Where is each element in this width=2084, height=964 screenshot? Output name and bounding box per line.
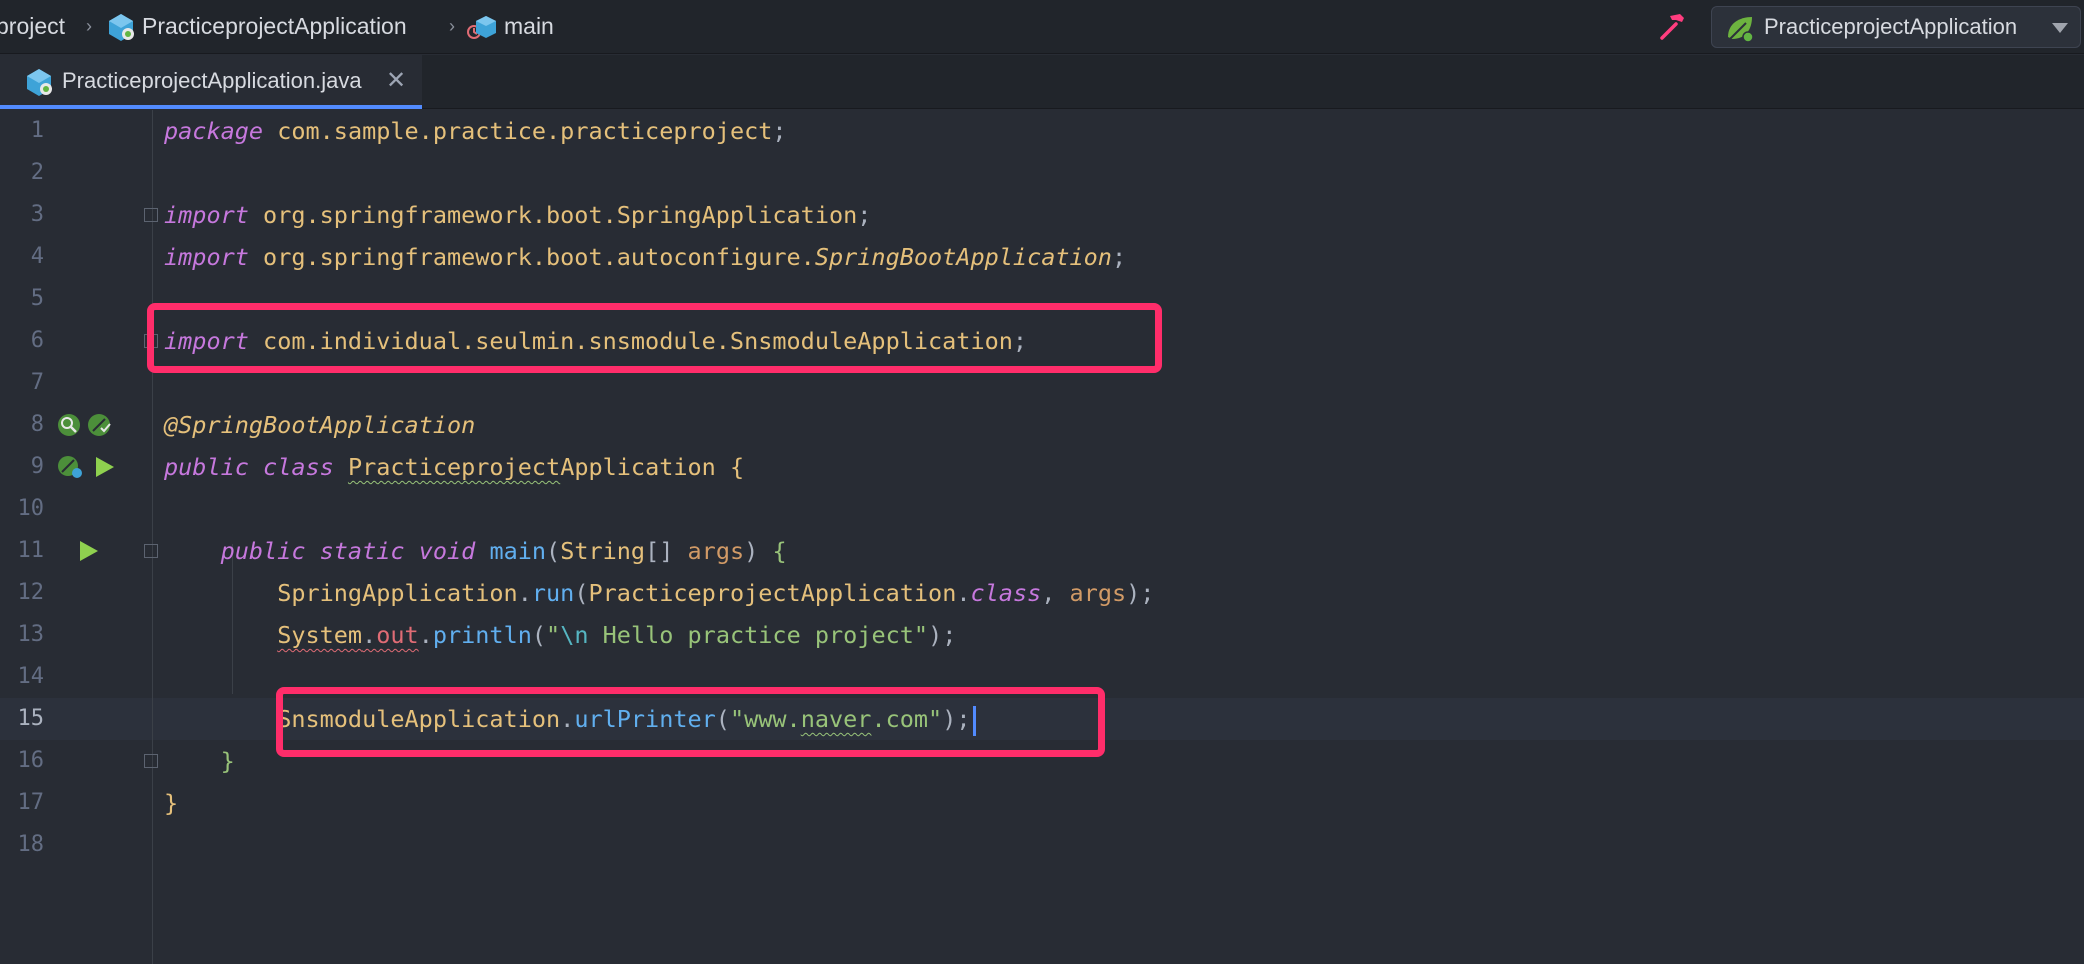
- line-number[interactable]: 14: [0, 656, 45, 698]
- string-quote: ": [546, 621, 561, 649]
- brace: }: [164, 789, 179, 817]
- line-number[interactable]: 4: [0, 236, 44, 278]
- punctuation: ;: [772, 117, 787, 145]
- code-line-8: @SpringBootApplication: [164, 404, 475, 446]
- code-line-11: public static void main(String[] args) {: [220, 537, 787, 565]
- run-configuration-selector[interactable]: PracticeprojectApplication: [1711, 6, 2081, 48]
- class-ref: SpringApplication: [277, 579, 518, 607]
- build-hammer-icon[interactable]: [1656, 10, 1688, 47]
- line-number[interactable]: 8: [0, 404, 44, 446]
- spring-config-icon[interactable]: [86, 412, 112, 443]
- brace: {: [729, 453, 745, 481]
- punctuation: ;: [857, 201, 872, 229]
- java-class-icon: [106, 12, 136, 47]
- import-path: org.springframework.boot.autoconfigure.: [263, 243, 815, 271]
- line-number[interactable]: 9: [0, 446, 44, 488]
- spring-bean-search-icon[interactable]: [56, 412, 82, 443]
- code-line-1: package com.sample.practice.practiceproj…: [164, 110, 787, 152]
- keyword: static: [319, 537, 405, 565]
- close-icon[interactable]: ✕: [386, 55, 406, 107]
- parameter: args: [687, 537, 745, 565]
- field-ref: out: [376, 621, 419, 649]
- class-name: PracticeprojectApplication: [348, 453, 716, 481]
- line-number[interactable]: 17: [0, 782, 45, 824]
- code-line-13: System.out.println("\n Hello practice pr…: [277, 621, 957, 649]
- run-icon[interactable]: [78, 539, 100, 568]
- class-name-part: Practiceproject: [347, 453, 561, 481]
- line-number[interactable]: 10: [0, 488, 45, 530]
- string-quote: ": [913, 621, 929, 649]
- keyword: class: [263, 453, 334, 481]
- class-ref: System: [277, 621, 363, 649]
- escape-sequence: \n: [560, 621, 589, 649]
- keyword: import: [164, 201, 249, 229]
- tab-label: PracticeprojectApplication.java: [62, 68, 362, 93]
- line-number[interactable]: 12: [0, 572, 45, 614]
- keyword: public: [164, 453, 249, 481]
- annotation-class: SpringBootApplication: [814, 243, 1112, 271]
- annotation: @SpringBootApplication: [164, 411, 476, 439]
- chevron-down-icon: [2052, 23, 2068, 33]
- keyword: package: [164, 117, 264, 145]
- code-line-17: }: [164, 782, 178, 824]
- line-number[interactable]: 6: [0, 320, 44, 362]
- breadcrumb-separator: ›: [86, 16, 92, 36]
- fold-marker-icon[interactable]: [144, 208, 158, 222]
- line-number[interactable]: 11: [0, 530, 45, 572]
- code-line-4: import org.springframework.boot.autoconf…: [164, 236, 1126, 278]
- editor-tab-bar: PracticeprojectApplication.java ✕: [0, 55, 2084, 109]
- line-number[interactable]: 1: [0, 110, 44, 152]
- breadcrumb-separator: ›: [449, 16, 455, 36]
- line-number-active[interactable]: 15: [0, 698, 45, 740]
- line-number[interactable]: 3: [0, 194, 44, 236]
- run-configuration-label: PracticeprojectApplication: [1764, 14, 2018, 39]
- parameter: args: [1069, 579, 1127, 607]
- method-icon: [466, 14, 498, 47]
- keyword: void: [418, 537, 476, 565]
- breadcrumb-project[interactable]: project: [0, 0, 65, 54]
- method-call: run: [531, 579, 575, 607]
- import-path: org.springframework.boot.SpringApplicati…: [263, 201, 858, 229]
- spring-boot-icon: [1724, 13, 1756, 48]
- method-name: main: [489, 537, 547, 565]
- breadcrumb-class[interactable]: PracticeprojectApplication: [142, 0, 407, 54]
- keyword: class: [970, 579, 1042, 607]
- highlight-box-import: [147, 303, 1162, 373]
- code-line-16: }: [164, 740, 235, 782]
- code-editor[interactable]: 1 2 3 4 5 6 7 8 9 10 11 12 13 14 15 16 1…: [0, 110, 2084, 964]
- punctuation: []: [645, 537, 674, 565]
- line-number[interactable]: 13: [0, 614, 45, 656]
- method-call: println: [432, 621, 532, 649]
- keyword: public: [220, 537, 306, 565]
- line-number[interactable]: 5: [0, 278, 44, 320]
- type: String: [560, 537, 646, 565]
- highlight-box-url-printer: [276, 687, 1105, 757]
- navigation-bar: project › PracticeprojectApplication › m…: [0, 0, 2084, 54]
- breadcrumb-method[interactable]: main: [504, 0, 554, 54]
- brace: {: [772, 537, 787, 565]
- fold-marker-icon[interactable]: [144, 544, 158, 558]
- line-number[interactable]: 2: [0, 152, 44, 194]
- java-class-icon: [24, 67, 54, 102]
- line-number[interactable]: 16: [0, 740, 45, 782]
- line-number[interactable]: 18: [0, 824, 45, 866]
- string-literal: Hello practice project: [588, 621, 914, 649]
- fold-marker-icon[interactable]: [144, 754, 158, 768]
- code-line-9: public class PracticeprojectApplication …: [164, 446, 744, 488]
- run-icon[interactable]: [94, 455, 116, 484]
- keyword: import: [164, 243, 249, 271]
- class-ref: PracticeprojectApplication: [588, 579, 957, 607]
- spring-bean-icon[interactable]: [56, 454, 84, 485]
- package-name: com.sample.practice.practiceproject: [277, 117, 773, 145]
- code-line-12: SpringApplication.run(PracticeprojectApp…: [277, 579, 1155, 607]
- class-name-part: Application: [560, 453, 716, 481]
- brace: }: [220, 747, 235, 775]
- tab-practiceprojectapplication[interactable]: PracticeprojectApplication.java ✕: [0, 55, 422, 109]
- code-line-3: import org.springframework.boot.SpringAp…: [164, 194, 871, 236]
- punctuation: ;: [1111, 243, 1127, 271]
- line-number[interactable]: 7: [0, 362, 44, 404]
